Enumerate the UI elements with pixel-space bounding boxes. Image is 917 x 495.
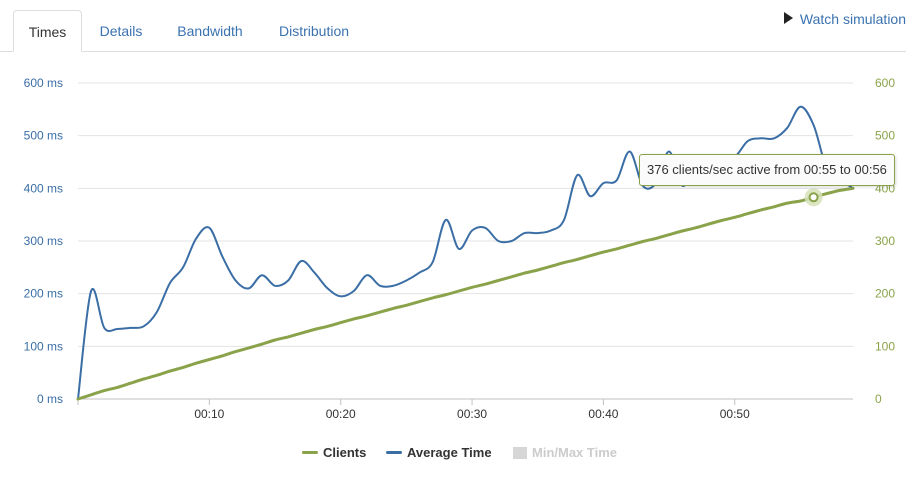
legend-swatch-clients	[302, 451, 318, 455]
legend-swatch-average-time	[386, 451, 402, 455]
y-left-tick-label: 100 ms	[24, 339, 63, 353]
legend-item-min-max-time[interactable]: Min/Max Time	[513, 442, 617, 464]
times-chart: 00:10 00:20 00:30 00:40 00:50 0 ms 100 ms 200 …	[24, 76, 896, 421]
y-right-tick-label: 600	[875, 76, 895, 90]
legend-label-average-time: Average Time	[407, 445, 492, 460]
x-tick-label: 00:30	[457, 407, 487, 421]
y-right-tick-label: 0	[875, 392, 882, 406]
chart-series	[76, 105, 855, 401]
legend-item-clients[interactable]: Clients	[302, 442, 366, 464]
x-tick-label: 00:20	[326, 407, 356, 421]
highlight-point	[808, 192, 819, 203]
y-left-tick-label: 300 ms	[24, 234, 63, 248]
legend-label-clients: Clients	[323, 445, 367, 460]
legend-swatch-min-max-time	[513, 446, 527, 459]
y-right-tick-label: 500	[875, 129, 895, 143]
series-line-average-time	[77, 105, 854, 400]
y-axis-right: 0100200300400500600	[875, 76, 895, 406]
legend-item-average-time[interactable]: Average Time	[386, 442, 492, 464]
y-right-tick-label: 300	[875, 234, 895, 248]
y-left-tick-label: 200 ms	[24, 287, 63, 301]
y-axis-left: 0 ms 100 ms 200 ms 300 ms 400 ms 500 ms 600 ms	[24, 76, 63, 406]
legend-label-min-max-time: Min/Max Time	[532, 445, 618, 460]
chart-legend: Clients Average Time Min/Max Time	[0, 442, 917, 464]
y-right-tick-label: 200	[875, 287, 895, 301]
chart-tooltip: 376 clients/sec active from 00:55 to 00:…	[639, 154, 895, 186]
x-tick-label: 00:10	[194, 407, 224, 421]
y-left-tick-label: 0 ms	[37, 392, 63, 406]
y-left-tick-label: 400 ms	[24, 181, 63, 195]
x-axis: 00:10 00:20 00:30 00:40 00:50	[77, 399, 750, 421]
x-tick-label: 00:40	[588, 407, 618, 421]
chart-highlight	[804, 188, 823, 207]
y-left-tick-label: 500 ms	[24, 129, 63, 143]
y-right-tick-label: 100	[875, 339, 895, 353]
x-tick-label: 00:50	[720, 407, 750, 421]
y-left-tick-label: 600 ms	[24, 76, 63, 90]
